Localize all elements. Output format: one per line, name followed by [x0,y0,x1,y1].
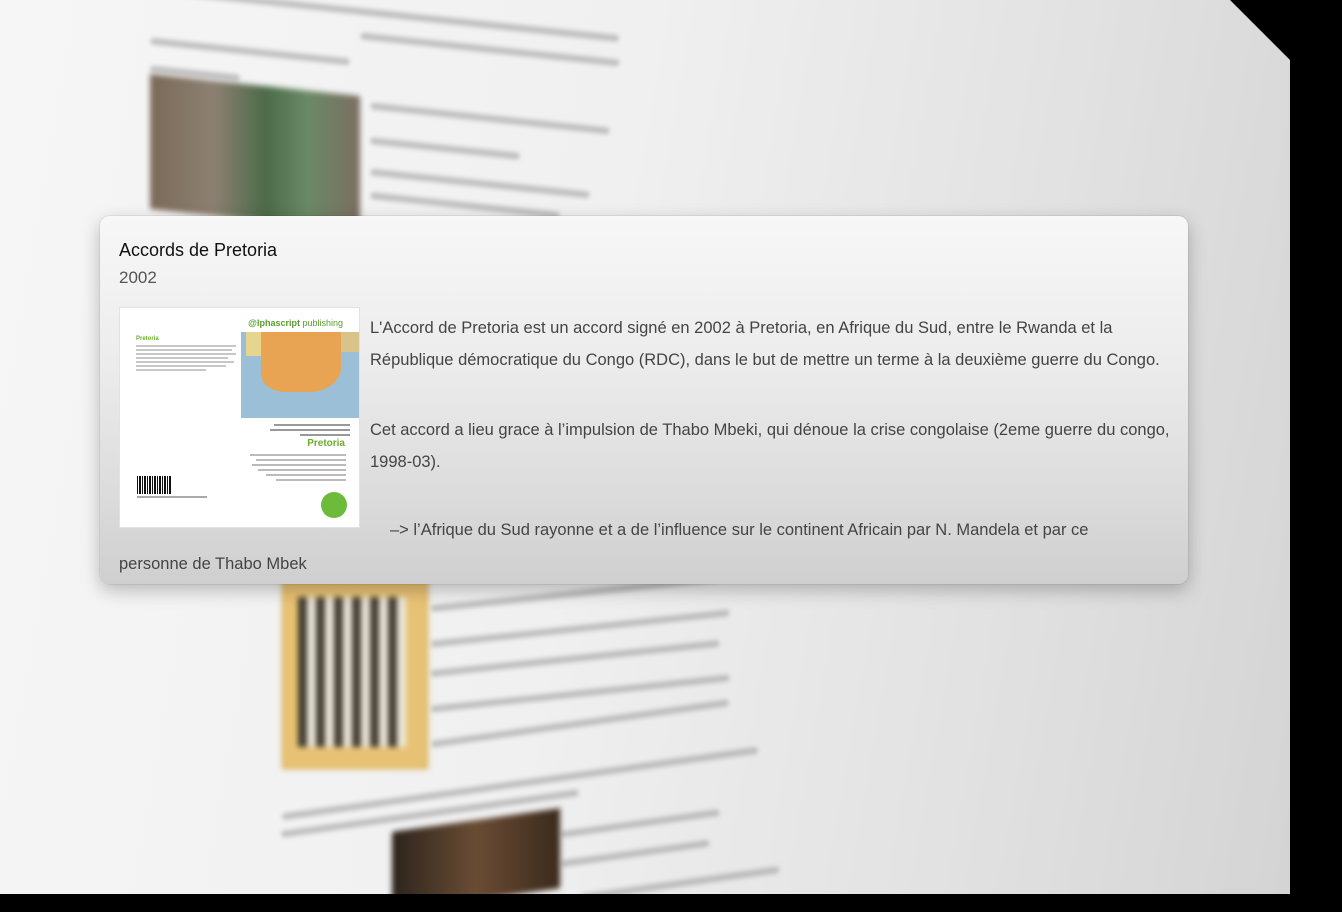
cover-title: Pretoria [307,438,345,449]
cover-authors-lines [270,424,350,439]
background-photo-image [392,808,560,894]
cover-heading: Pretoria [136,336,159,342]
africa-map-image [241,332,359,418]
cover-blurb-lines [136,345,236,373]
description-paragraph: L'Accord de Pretoria est un accord signé… [370,319,1160,369]
book-cover-image[interactable]: @lphascript publishing Pretoria Pretoria [120,308,359,527]
background-book-image [282,555,428,769]
event-year: 2002 [119,268,157,287]
description-paragraph: Cet accord a lieu grace à l’impulsion de… [370,421,1170,471]
cover-keywords-lines [250,454,346,484]
barcode-number [137,496,207,498]
description-note: –> l’Afrique du Sud rayonne et a de l’in… [119,521,1089,573]
publisher-logo: @lphascript publishing [248,318,343,328]
event-title: Accords de Pretoria [119,240,278,260]
barcode-icon [137,476,171,494]
event-description: L'Accord de Pretoria est un accord signé… [370,312,1170,516]
right-edge-shadow [1290,0,1342,894]
event-popover[interactable]: Accords de Pretoria 2002 @lphascript pub… [100,216,1188,584]
background-building-image [150,73,360,232]
